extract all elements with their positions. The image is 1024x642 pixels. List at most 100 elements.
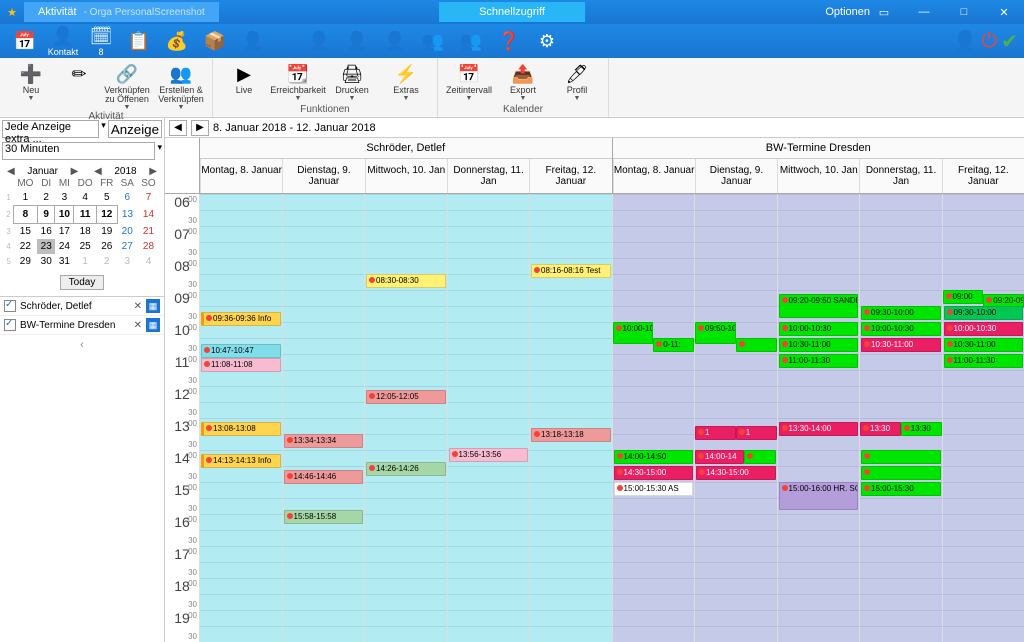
minical-day[interactable]: 14 [137,206,159,224]
event[interactable]: 10:47-10:47 [201,344,281,358]
minical-day[interactable]: 4 [137,254,159,269]
quick-q3[interactable]: 👤 [376,26,414,56]
checkbox-icon[interactable] [4,300,16,312]
minical-day[interactable]: 20 [117,224,137,240]
event[interactable]: 15:58-15:58 [284,510,364,524]
interval-select[interactable]: 30 Minuten [2,142,155,160]
color-icon[interactable]: ▦ [146,299,160,313]
ribbon-zeitint[interactable]: 📅Zeitintervall▼ [444,60,494,104]
event[interactable]: 12:05-12:05 [366,390,446,404]
prev-year-icon[interactable]: ◀ [91,166,105,177]
event[interactable]: 11:00-11:30 [944,354,1024,368]
minical-day[interactable] [117,269,137,273]
event[interactable]: 11:00-11:30 [779,354,859,368]
day-header[interactable]: Mittwoch, 10. Jan [777,159,859,193]
event[interactable]: 13:18-13:18 [531,428,611,442]
title-tab-aktivitat[interactable]: Aktivität - Orga PersonalScreenshot [24,2,219,22]
help-icon[interactable]: ▭ [864,6,904,19]
day-column[interactable]: 08:16-08:16 Test13:18-13:18 [529,194,612,642]
minical-day[interactable]: 23 [37,239,55,254]
event[interactable]: 1 [736,426,777,440]
minical-day[interactable] [74,269,97,273]
minimize-icon[interactable]: — [904,6,944,19]
event[interactable]: 09:30-10:00 [944,306,1024,320]
event[interactable]: 10:30-11:00 [779,338,859,352]
remove-icon[interactable]: ✕ [134,320,142,331]
event[interactable] [744,450,777,464]
event[interactable] [861,466,941,480]
quick-q6[interactable]: ❓ [490,26,528,56]
minical-day[interactable]: 18 [74,224,97,240]
day-header[interactable]: Mittwoch, 10. Jan [365,159,447,193]
minical-day[interactable]: 17 [55,224,74,240]
minical-day[interactable]: 28 [137,239,159,254]
event[interactable]: 13:30 [901,422,942,436]
event[interactable]: 13:34-13:34 [284,434,364,448]
minical-day[interactable] [37,269,55,273]
ribbon-profil[interactable]: 🖊Profil▼ [552,60,602,104]
quick-q1[interactable]: 👤 [300,26,338,56]
display-select[interactable]: Jede Anzeige extra ... [2,120,99,138]
quick-kontakt[interactable]: 👤Kontakt [44,26,82,56]
event[interactable]: 13:30-14:00 [779,422,859,436]
day-header[interactable]: Freitag, 12. Januar [529,159,611,193]
next-year-icon[interactable]: ▶ [146,166,160,177]
quick-q2[interactable]: 👤 [338,26,376,56]
next-month-icon[interactable]: ▶ [68,166,82,177]
day-header[interactable]: Donnerstag, 11. Jan [859,159,941,193]
event[interactable]: 1 [695,426,736,440]
event[interactable]: 15:00-16:00 HR. SCHREIER. + HR. [779,482,859,510]
event[interactable]: 14:46-14:46 [284,470,364,484]
ribbon-export[interactable]: 📤Export▼ [498,60,548,104]
minical-day[interactable]: 1 [74,254,97,269]
minical-day[interactable] [13,269,37,273]
event[interactable]: 10:00-10:30 [779,322,859,336]
event[interactable]: 09:20-09:50 SANDRA - Aoufi. [779,294,859,318]
minical-day[interactable]: 11 [74,206,97,224]
title-tab-schnellzugriff[interactable]: Schnellzugriff [439,2,585,22]
day-header[interactable]: Montag, 8. Januar [200,159,282,193]
quick-date[interactable]: 🗓8 [82,26,120,56]
event[interactable]: 10:30-11:00 [861,338,941,352]
ribbon-extras[interactable]: ⚡Extras▼ [381,60,431,104]
minical-day[interactable]: 6 [117,190,137,206]
day-header[interactable]: Freitag, 12. Januar [942,159,1024,193]
checkbox-icon[interactable] [4,319,16,331]
prev-week-icon[interactable]: ◀ [169,120,187,136]
minical-day[interactable]: 29 [13,254,37,269]
day-header[interactable]: Dienstag, 9. Januar [282,159,364,193]
minical-day[interactable]: 7 [137,190,159,206]
event[interactable]: 15:00-15:30 AS [614,482,694,496]
day-column[interactable]: 13:56-13:56 [447,194,530,642]
calendar-body[interactable]: 0600300700300800300900301000301100301200… [165,194,1024,642]
minical-day[interactable]: 25 [74,239,97,254]
minical-day[interactable]: 3 [117,254,137,269]
minical-day[interactable]: 5 [97,190,117,206]
maximize-icon[interactable]: □ [944,6,984,19]
sidebar-collapser[interactable]: ‹ [0,335,164,395]
day-header[interactable]: Donnerstag, 11. Jan [447,159,529,193]
minical-day[interactable]: 13 [117,206,137,224]
minical-day[interactable]: 9 [37,206,55,224]
event[interactable]: 10:00-10:30 [861,322,941,336]
minical-day[interactable]: 12 [97,206,117,224]
ribbon-verkn[interactable]: 🔗Verknüpfen zu Öffenen▼ [102,60,152,111]
minical-day[interactable]: 8 [13,206,37,224]
ribbon-edit[interactable]: ✏ [60,60,98,111]
event[interactable]: 09:00 [943,290,984,304]
ribbon-erreich[interactable]: 📆Erreichbarkeit▼ [273,60,323,104]
minical-day[interactable]: 1 [13,190,37,206]
event[interactable]: 10:00-10:50 [613,322,654,344]
day-header[interactable]: Dienstag, 9. Januar [695,159,777,193]
power-icon[interactable]: ⏻ [981,30,997,53]
minical-day[interactable]: 10 [55,206,74,224]
quick-person1[interactable]: 👤 [234,26,272,56]
quick-money[interactable]: 💰 [158,26,196,56]
minical-day[interactable]: 15 [13,224,37,240]
event[interactable]: 0-11: [653,338,694,352]
event[interactable] [861,450,941,464]
event[interactable]: 08:30-08:30 [366,274,446,288]
minical-day[interactable]: 24 [55,239,74,254]
event[interactable]: 15:00-15:30 [861,482,941,496]
day-column[interactable]: 13:34-13:34 14:46-14:46 15:58-15:58 [282,194,365,642]
